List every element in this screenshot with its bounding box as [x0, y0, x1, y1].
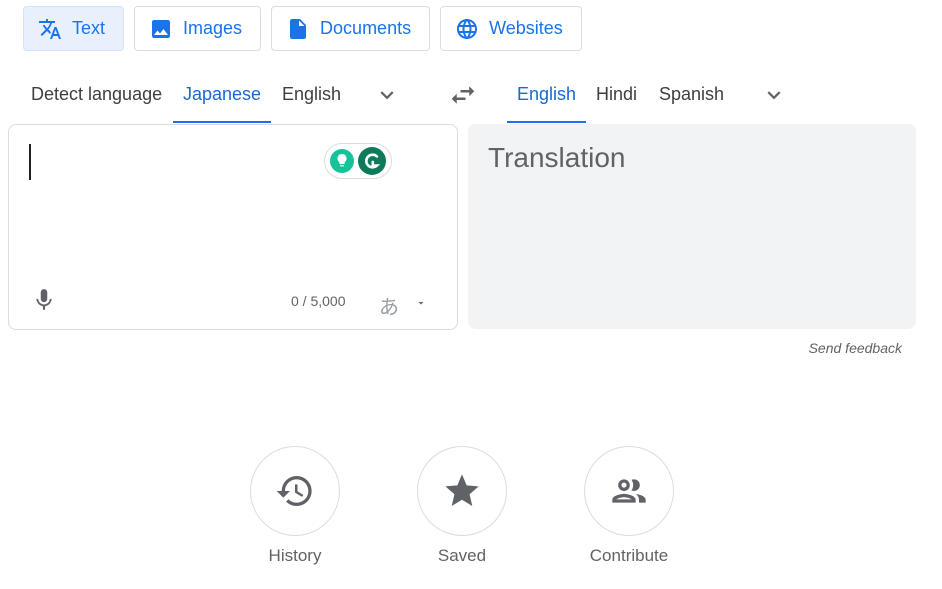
image-icon [149, 17, 173, 41]
contribute-circle[interactable] [584, 446, 674, 536]
source-lang-detect[interactable]: Detect language [23, 66, 170, 122]
source-lang-more-chevron-down-icon[interactable] [374, 82, 400, 108]
saved-circle[interactable] [417, 446, 507, 536]
tab-websites-label: Websites [489, 18, 563, 38]
tab-documents[interactable]: Documents [271, 6, 431, 51]
document-icon [286, 17, 310, 41]
target-lang-more-chevron-down-icon[interactable] [761, 82, 787, 108]
text-cursor [29, 144, 31, 180]
target-lang-hindi[interactable]: Hindi [586, 66, 647, 122]
source-lang-japanese[interactable]: Japanese [173, 66, 272, 123]
source-lang-english[interactable]: English [272, 66, 351, 122]
character-count: 0 / 5,000 [291, 293, 346, 309]
saved-label: Saved [437, 546, 487, 565]
source-lang-english-label: English [282, 83, 342, 104]
input-method-dropdown-icon[interactable] [415, 297, 427, 309]
globe-icon [455, 17, 479, 41]
star-icon [445, 474, 479, 506]
swap-languages-icon[interactable] [448, 80, 478, 110]
language-bar: Detect language Japanese English English… [0, 66, 942, 124]
history-icon [276, 476, 312, 506]
target-lang-english-label: English [517, 83, 577, 104]
target-lang-english[interactable]: English [507, 66, 587, 123]
grammarly-icon[interactable] [358, 147, 386, 175]
contribute-button[interactable]: Contribute [584, 446, 674, 566]
source-text-area[interactable]: 0 / 5,000 あ [8, 124, 458, 330]
translation-placeholder: Translation [488, 142, 626, 173]
target-lang-hindi-label: Hindi [596, 83, 638, 104]
source-lang-detect-label: Detect language [31, 83, 163, 104]
translation-output: Translation [468, 124, 916, 329]
translate-page: Text Images Documents Websites Detect la… [0, 0, 942, 589]
contribute-icon [612, 479, 646, 503]
history-circle[interactable] [250, 446, 340, 536]
tab-websites[interactable]: Websites [440, 6, 582, 51]
tab-text-label: Text [72, 18, 106, 38]
saved-button[interactable]: Saved [417, 446, 507, 566]
lightbulb-icon[interactable] [330, 149, 354, 173]
contribute-label: Contribute [589, 546, 669, 565]
tab-text[interactable]: Text [23, 6, 125, 51]
source-lang-japanese-label: Japanese [183, 83, 262, 104]
target-lang-spanish-label: Spanish [659, 83, 725, 104]
grammarly-widget[interactable] [324, 143, 392, 179]
mode-tabs: Text Images Documents Websites [23, 6, 582, 51]
tab-images[interactable]: Images [134, 6, 262, 51]
input-method-icon[interactable]: あ [379, 291, 399, 320]
tab-images-label: Images [183, 18, 243, 38]
tab-documents-label: Documents [320, 18, 412, 38]
translate-icon [38, 17, 62, 41]
history-label: History [268, 546, 322, 565]
target-lang-spanish[interactable]: Spanish [649, 66, 734, 122]
history-button[interactable]: History [250, 446, 340, 566]
send-feedback-link[interactable]: Send feedback [809, 340, 902, 356]
microphone-icon[interactable] [31, 286, 57, 314]
